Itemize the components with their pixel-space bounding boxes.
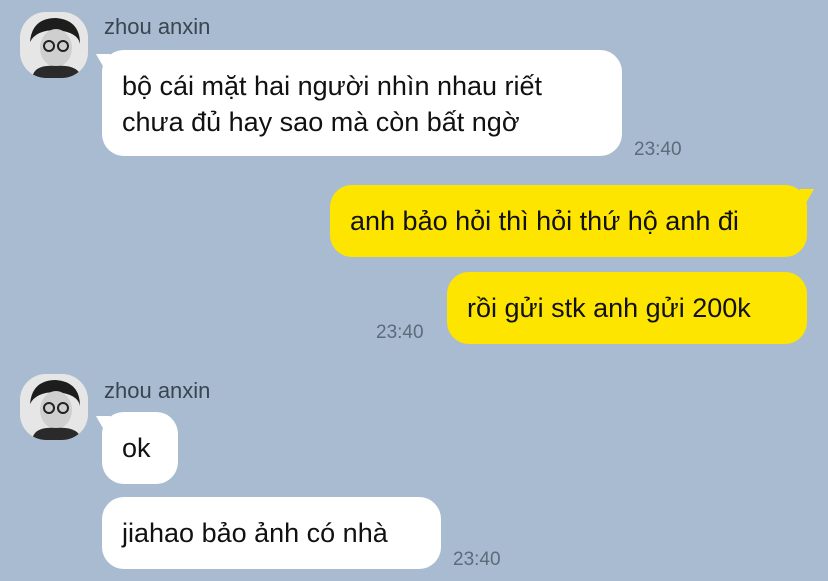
sender-name: zhou anxin: [104, 14, 211, 39]
sender-name: zhou anxin: [104, 378, 211, 403]
incoming-message-bubble[interactable]: ok: [102, 412, 178, 484]
message-timestamp: 23:40: [376, 322, 424, 343]
message-timestamp: 23:40: [634, 139, 682, 160]
sender-avatar[interactable]: [20, 374, 88, 440]
message-text: ok: [122, 433, 151, 463]
message-text: jiahao bảo ảnh có nhà: [122, 518, 388, 548]
message-text-line: chưa đủ hay sao mà còn bất ngờ: [122, 107, 520, 137]
outgoing-message-bubble[interactable]: anh bảo hỏi thì hỏi thứ hộ anh đi: [330, 185, 807, 257]
user-avatar-icon: [20, 374, 88, 440]
message-text-line: bộ cái mặt hai người nhìn nhau riết: [122, 71, 543, 101]
message-text: anh bảo hỏi thì hỏi thứ hộ anh đi: [350, 206, 739, 236]
user-avatar-icon: [20, 12, 88, 78]
sender-avatar[interactable]: [20, 12, 88, 78]
message-timestamp: 23:40: [453, 549, 501, 570]
incoming-message-bubble[interactable]: jiahao bảo ảnh có nhà: [102, 497, 441, 569]
outgoing-message-bubble[interactable]: rồi gửi stk anh gửi 200k: [447, 272, 807, 344]
incoming-message-bubble[interactable]: bộ cái mặt hai người nhìn nhau riết chưa…: [102, 50, 622, 156]
message-text: rồi gửi stk anh gửi 200k: [467, 293, 751, 323]
